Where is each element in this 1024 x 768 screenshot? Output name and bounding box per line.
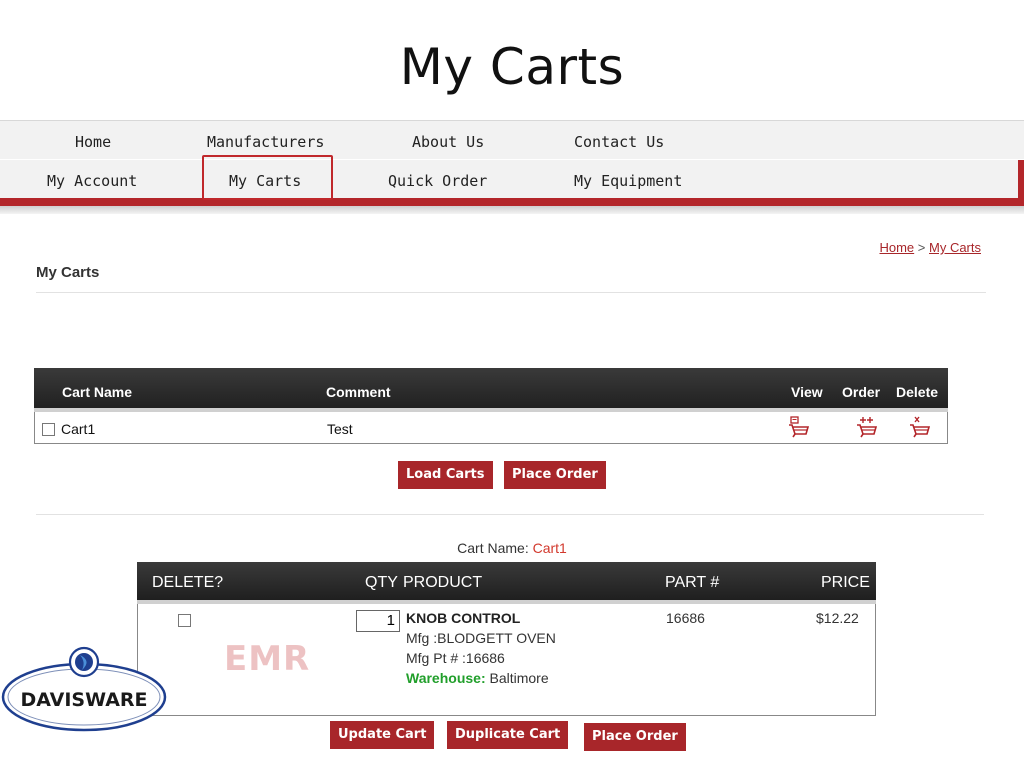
nav-item-quick-order[interactable]: Quick Order xyxy=(388,172,487,190)
page-heading: My Carts xyxy=(36,264,100,281)
nav-row-primary: Home Manufacturers About Us Contact Us xyxy=(0,120,1024,159)
nav-accent-tab xyxy=(1018,160,1024,202)
carts-table-header: Cart Name Comment View Order Delete xyxy=(34,368,948,411)
item-delete-checkbox[interactable] xyxy=(178,614,191,627)
update-cart-button[interactable]: Update Cart xyxy=(330,721,435,749)
breadcrumb: Home > My Carts xyxy=(879,240,981,255)
product-name: KNOB CONTROL xyxy=(406,610,521,626)
logo-text: DAVISWARE xyxy=(20,689,147,711)
warehouse-label: Warehouse: xyxy=(406,670,486,686)
cart-name-line: Cart Name: Cart1 xyxy=(0,540,1024,556)
cart-name-cell: Cart1 xyxy=(61,421,96,437)
slide-title: My Carts xyxy=(399,38,625,96)
product-mfg-part: Mfg Pt # :16686 xyxy=(406,650,505,666)
cart-select-checkbox[interactable] xyxy=(42,423,55,436)
place-order-button[interactable]: Place Order xyxy=(584,723,686,751)
nav-item-my-account[interactable]: My Account xyxy=(47,172,137,190)
view-cart-icon[interactable] xyxy=(788,416,810,438)
nav-item-about-us[interactable]: About Us xyxy=(412,133,484,151)
col-comment: Comment xyxy=(326,384,391,400)
col-delete: Delete xyxy=(896,384,939,400)
nav-item-manufacturers[interactable]: Manufacturers xyxy=(207,133,324,151)
cart-comment-cell: Test xyxy=(327,421,353,437)
place-order-button[interactable]: Place Order xyxy=(504,461,606,489)
breadcrumb-separator: > xyxy=(914,240,929,255)
nav-item-my-carts[interactable]: My Carts xyxy=(229,172,301,190)
warehouse-value: Baltimore xyxy=(485,670,549,686)
cart-name-label: Cart Name: xyxy=(457,540,529,556)
table-row: Cart1 Test xyxy=(34,412,948,444)
col-view: View xyxy=(791,384,823,400)
watermark-text: EMR xyxy=(224,639,310,679)
product-warehouse: Warehouse: Baltimore xyxy=(406,670,549,686)
nav-item-home[interactable]: Home xyxy=(75,133,111,151)
breadcrumb-home-link[interactable]: Home xyxy=(879,240,914,255)
col-order: Order xyxy=(842,384,881,400)
nav-item-contact-us[interactable]: Contact Us xyxy=(574,133,664,151)
breadcrumb-current-link[interactable]: My Carts xyxy=(929,240,981,255)
col-cart-name: Cart Name xyxy=(62,384,133,400)
nav-item-my-equipment[interactable]: My Equipment xyxy=(574,172,682,190)
col-price: PRICE xyxy=(821,574,870,591)
order-cart-icon[interactable] xyxy=(856,416,878,438)
emr-watermark-logo: EMR xyxy=(224,639,310,679)
product-manufacturer: Mfg :BLODGETT OVEN xyxy=(406,630,556,646)
duplicate-cart-button[interactable]: Duplicate Cart xyxy=(447,721,569,749)
load-carts-button[interactable]: Load Carts xyxy=(398,461,493,489)
part-number-cell: 16686 xyxy=(666,610,705,626)
items-table-header: DELETE? QTY PRODUCT PART # PRICE xyxy=(137,562,876,600)
col-qty: QTY xyxy=(365,574,398,591)
quantity-input[interactable]: 1 xyxy=(356,610,400,632)
main-navigation: Home Manufacturers About Us Contact Us M… xyxy=(0,120,1024,214)
col-part-number: PART # xyxy=(665,574,720,591)
davisware-logo: DAVISWARE xyxy=(1,646,167,732)
divider xyxy=(36,514,984,515)
col-delete: DELETE? xyxy=(152,574,224,591)
nav-accent-bar xyxy=(0,198,1024,206)
nav-shadow xyxy=(0,206,1024,214)
price-cell: $12.22 xyxy=(816,610,859,626)
cart-name-value: Cart1 xyxy=(532,540,567,556)
divider xyxy=(36,292,986,293)
col-product: PRODUCT xyxy=(403,574,483,591)
nav-row-account: My Account My Carts Quick Order My Equip… xyxy=(0,160,1024,198)
delete-cart-icon[interactable] xyxy=(909,416,931,438)
